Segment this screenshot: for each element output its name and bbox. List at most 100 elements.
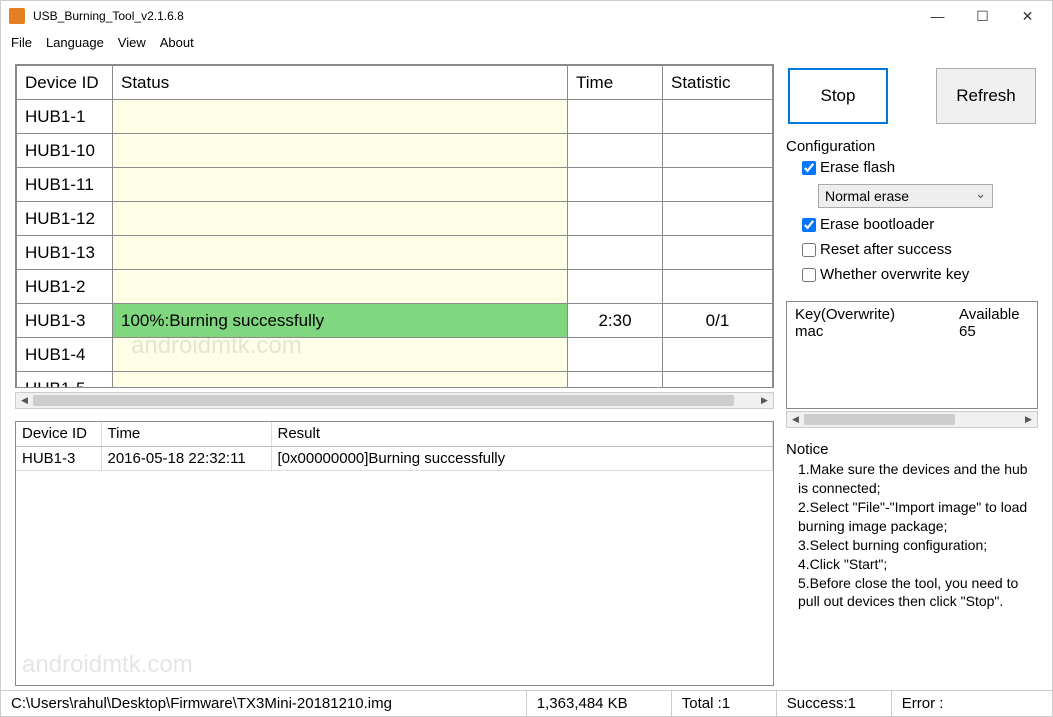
notice-line: 2.Select "File"-"Import image" to load b…	[798, 498, 1038, 536]
stop-button[interactable]: Stop	[788, 68, 888, 124]
log-row[interactable]: HUB1-32016-05-18 22:32:11[0x00000000]Bur…	[16, 446, 773, 470]
cell-time	[568, 134, 663, 168]
titlebar: USB_Burning_Tool_v2.1.6.8 — ☐ ✕	[1, 1, 1052, 31]
cell-statistic	[663, 100, 773, 134]
notice-line: 3.Select burning configuration;	[798, 536, 1038, 555]
log-result: [0x00000000]Burning successfully	[271, 446, 773, 470]
log-device: HUB1-3	[16, 446, 101, 470]
table-row[interactable]: HUB1-11	[17, 168, 773, 202]
key-name: mac	[795, 323, 959, 340]
keybox-hscroll[interactable]: ◀ ▶	[786, 411, 1038, 428]
table-row[interactable]: HUB1-5	[17, 372, 773, 389]
reset-checkbox[interactable]: Reset after success	[786, 237, 1038, 262]
scroll-right-icon[interactable]: ▶	[756, 392, 773, 409]
cell-time: 2:30	[568, 304, 663, 338]
notice-title: Notice	[786, 440, 1038, 460]
erase-bootloader-checkbox[interactable]: Erase bootloader	[786, 212, 1038, 237]
cell-statistic	[663, 270, 773, 304]
cell-device-id: HUB1-12	[17, 202, 113, 236]
scroll-thumb[interactable]	[804, 414, 955, 425]
col-statistic[interactable]: Statistic	[663, 66, 773, 100]
available-header: Available	[959, 306, 1029, 323]
log-time: 2016-05-18 22:32:11	[101, 446, 271, 470]
erase-flash-checkbox[interactable]: Erase flash	[786, 155, 1038, 180]
configuration-panel: Configuration Erase flash Normal erase E…	[786, 134, 1038, 287]
col-status[interactable]: Status	[113, 66, 568, 100]
menu-file[interactable]: File	[11, 35, 32, 50]
col-device-id[interactable]: Device ID	[17, 66, 113, 100]
log-col-result[interactable]: Result	[271, 422, 773, 446]
cell-device-id: HUB1-3	[17, 304, 113, 338]
cell-statistic	[663, 134, 773, 168]
notice-line: 5.Before close the tool, you need to pul…	[798, 574, 1038, 612]
cell-status	[113, 236, 568, 270]
status-error: Error :	[892, 691, 1052, 716]
cell-time	[568, 372, 663, 389]
maximize-button[interactable]: ☐	[960, 2, 1005, 30]
menu-about[interactable]: About	[160, 35, 194, 50]
close-button[interactable]: ✕	[1005, 2, 1050, 30]
cell-device-id: HUB1-4	[17, 338, 113, 372]
table-row[interactable]: HUB1-4	[17, 338, 773, 372]
cell-time	[568, 100, 663, 134]
minimize-button[interactable]: —	[915, 2, 960, 30]
app-icon	[9, 8, 25, 24]
cell-device-id: HUB1-1	[17, 100, 113, 134]
cell-device-id: HUB1-5	[17, 372, 113, 389]
config-title: Configuration	[786, 138, 1038, 155]
device-table-hscroll[interactable]: ◀ ▶	[15, 392, 774, 409]
cell-statistic	[663, 372, 773, 389]
cell-time	[568, 168, 663, 202]
table-row[interactable]: HUB1-12	[17, 202, 773, 236]
cell-statistic: 0/1	[663, 304, 773, 338]
device-table-wrap: androidmtk.com Device ID Status Time Sta…	[15, 64, 774, 409]
cell-status	[113, 100, 568, 134]
status-total: Total :1	[672, 691, 777, 716]
cell-device-id: HUB1-11	[17, 168, 113, 202]
cell-status	[113, 338, 568, 372]
scroll-left-icon[interactable]: ◀	[16, 392, 33, 409]
scroll-right-icon[interactable]: ▶	[1020, 411, 1037, 428]
cell-time	[568, 202, 663, 236]
cell-device-id: HUB1-13	[17, 236, 113, 270]
status-success: Success:1	[777, 691, 892, 716]
table-row[interactable]: HUB1-10	[17, 134, 773, 168]
table-row[interactable]: HUB1-1	[17, 100, 773, 134]
log-table[interactable]: Device ID Time Result HUB1-32016-05-18 2…	[16, 422, 773, 471]
log-table-wrap: androidmtk.com Device ID Time Result HUB…	[15, 421, 774, 686]
overwrite-checkbox[interactable]: Whether overwrite key	[786, 262, 1038, 287]
cell-device-id: HUB1-10	[17, 134, 113, 168]
cell-status	[113, 372, 568, 389]
cell-time	[568, 270, 663, 304]
scroll-left-icon[interactable]: ◀	[787, 411, 804, 428]
refresh-button[interactable]: Refresh	[936, 68, 1036, 124]
cell-device-id: HUB1-2	[17, 270, 113, 304]
notice-panel: Notice 1.Make sure the devices and the h…	[786, 436, 1038, 686]
col-time[interactable]: Time	[568, 66, 663, 100]
erase-mode-select[interactable]: Normal erase	[818, 184, 993, 208]
table-row[interactable]: HUB1-13	[17, 236, 773, 270]
cell-status: 100%:Burning successfully	[113, 304, 568, 338]
window-title: USB_Burning_Tool_v2.1.6.8	[33, 9, 184, 23]
key-value: 65	[959, 323, 1029, 340]
log-col-time[interactable]: Time	[101, 422, 271, 446]
status-path: C:\Users\rahul\Desktop\Firmware\TX3Mini-…	[1, 691, 527, 716]
menu-view[interactable]: View	[118, 35, 146, 50]
log-col-device[interactable]: Device ID	[16, 422, 101, 446]
menu-language[interactable]: Language	[46, 35, 104, 50]
cell-statistic	[663, 236, 773, 270]
table-row[interactable]: HUB1-2	[17, 270, 773, 304]
key-overwrite-box: Key(Overwrite) Available mac 65	[786, 301, 1038, 409]
table-row[interactable]: HUB1-3100%:Burning successfully2:300/1	[17, 304, 773, 338]
key-header: Key(Overwrite)	[795, 306, 959, 323]
notice-line: 1.Make sure the devices and the hub is c…	[798, 460, 1038, 498]
cell-statistic	[663, 202, 773, 236]
cell-status	[113, 202, 568, 236]
cell-time	[568, 338, 663, 372]
cell-status	[113, 134, 568, 168]
cell-status	[113, 270, 568, 304]
device-table[interactable]: Device ID Status Time Statistic HUB1-1HU…	[16, 65, 773, 388]
scroll-thumb[interactable]	[33, 395, 734, 406]
cell-time	[568, 236, 663, 270]
menubar: File Language View About	[1, 31, 1052, 54]
